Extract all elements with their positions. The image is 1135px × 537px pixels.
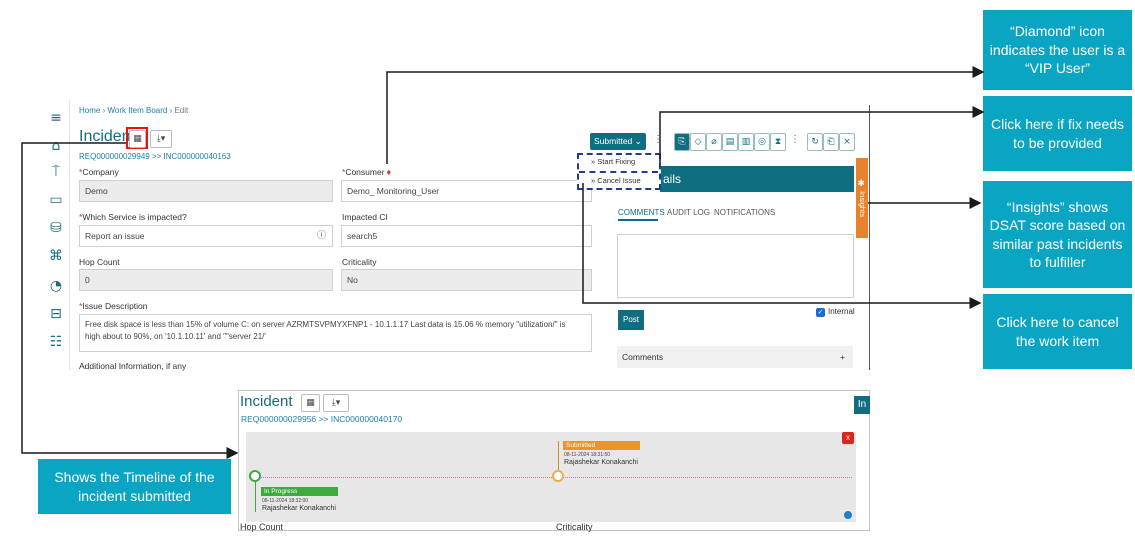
submitted-stem bbox=[558, 441, 559, 471]
timeline-download-icon[interactable]: ⤓▾ bbox=[323, 394, 349, 412]
submitted-time: 08-11-2024 18:31:50 bbox=[564, 452, 611, 458]
timeline-title: Incident bbox=[240, 393, 293, 410]
in-progress-node-icon bbox=[249, 470, 261, 482]
in-progress-time: 08-11-2024 18:32:00 bbox=[262, 498, 309, 504]
in-progress-user: Rajashekar Konakanchi bbox=[262, 505, 336, 512]
in-progress-stem bbox=[255, 482, 256, 512]
timeline-close-icon[interactable]: x bbox=[842, 432, 854, 444]
timeline-side-tab[interactable]: In bbox=[854, 396, 870, 414]
in-progress-status: In Progress bbox=[261, 487, 338, 496]
timeline-cut-right: Criticality bbox=[556, 522, 593, 532]
arrow-timeline bbox=[21, 142, 239, 459]
timeline-cut-left: Hop Count bbox=[240, 522, 284, 532]
submitted-node-icon bbox=[552, 470, 564, 482]
arrow-vip bbox=[386, 66, 985, 164]
submitted-user: Rajashekar Konakanchi bbox=[564, 459, 638, 466]
timeline-end-dot bbox=[844, 511, 852, 519]
timeline-request-link[interactable]: REQ000000029956 >> INC000000040170 bbox=[241, 414, 402, 424]
timeline-toggle-icon[interactable]: ▦ bbox=[301, 394, 320, 412]
submitted-status: Submitted bbox=[563, 441, 640, 450]
arrow-cancel bbox=[582, 183, 982, 309]
arrow-fix bbox=[659, 106, 985, 164]
